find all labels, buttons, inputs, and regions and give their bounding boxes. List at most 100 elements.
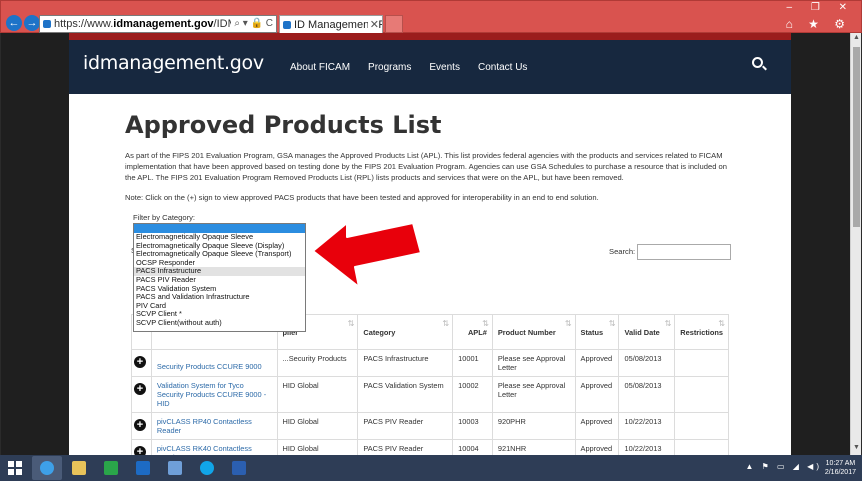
valid-date-cell: 05/08/2013 (618, 376, 676, 413)
approved-products-table: ⇅ plier⇅ Category⇅ APL#⇅ Product Number⇅… (131, 314, 729, 455)
sort-icon: ⇅ (482, 319, 489, 328)
table-row: + pivCLASS RP40 Contactless Reader HID Glo… (131, 412, 729, 440)
search-label: Search: (609, 247, 636, 256)
product-number-cell: 921NHR (491, 439, 576, 455)
header-category[interactable]: Category ⇅ (357, 314, 454, 350)
back-button[interactable]: ← (6, 15, 22, 31)
search-icon[interactable] (752, 57, 763, 68)
taskbar-network-icon[interactable] (160, 456, 190, 480)
sort-icon: ⇅ (608, 319, 616, 328)
product-link[interactable]: Security Products CCURE 9000 (157, 362, 262, 371)
window-controls[interactable]: – ❐ ✕ (787, 2, 855, 13)
table-row: + pivCLASS RK40 Contactless Reader + PIN H… (131, 439, 729, 455)
supplier-cell: HID Global (276, 412, 359, 440)
dropdown-option[interactable]: SCVP Client(without auth) (134, 318, 305, 328)
taskbar-store-icon[interactable] (96, 456, 126, 480)
valid-date-cell: 10/22/2013 (618, 412, 676, 440)
status-cell: Approved (574, 439, 620, 455)
tab-favicon-icon (283, 21, 291, 29)
header-status[interactable]: Status ⇅ (574, 314, 620, 350)
apl-cell: 10001 (452, 349, 493, 377)
windows-taskbar: ▲ ⚑ ▭ ◢ ◀) 10:27 AM 2/16/2017 (0, 455, 862, 481)
header-restrictions[interactable]: Restrictions ⇅ (674, 314, 729, 350)
expand-cell: + (131, 439, 152, 455)
system-tray-icons[interactable]: ▲ ⚑ ▭ ◢ ◀) (745, 462, 822, 471)
valid-date-cell: 05/08/2013 (618, 349, 676, 377)
product-number-cell: Please see Approval Letter (491, 376, 576, 413)
filter-label: Filter by Category: (133, 213, 196, 222)
header-apl[interactable]: APL# ⇅ (452, 314, 493, 350)
supplier-cell: ...Security Products (276, 349, 359, 377)
product-link[interactable]: Validation System for Tyco Security Prod… (157, 381, 266, 408)
taskbar-clock[interactable]: 10:27 AM 2/16/2017 (825, 459, 856, 477)
menu-events[interactable]: Events (429, 62, 460, 73)
sort-icon: ⇅ (347, 319, 355, 328)
start-button[interactable] (8, 461, 22, 475)
search-input[interactable] (637, 244, 731, 260)
menu-contact-us[interactable]: Contact Us (478, 62, 527, 73)
red-arrow-annotation (312, 222, 422, 288)
product-cell: Security Products CCURE 9000 (150, 349, 278, 377)
tab-close-icon[interactable]: ✕ (367, 16, 379, 34)
main-menu: About FICAM Programs Events Contact Us (290, 62, 545, 73)
table-row: + Validation System for Tyco Security Pro… (131, 376, 729, 413)
table-row: + Security Products CCURE 9000 ...Security… (131, 349, 729, 377)
header-valid-date[interactable]: Valid Date ⇅ (618, 314, 676, 350)
product-cell: pivCLASS RP40 Contactless Reader (150, 412, 278, 440)
category-filter-dropdown[interactable]: Electromagnetically Opaque Sleeve Electro… (133, 223, 306, 332)
page-title: Approved Products List (125, 111, 442, 139)
top-stripe (69, 33, 791, 40)
clock-date: 2/16/2017 (824, 469, 856, 476)
expand-cell: + (131, 412, 152, 440)
header-product-number[interactable]: Product Number ⇅ (491, 314, 576, 350)
taskbar-ie-icon[interactable] (32, 456, 62, 480)
expand-plus-icon[interactable]: + (134, 356, 146, 368)
menu-programs[interactable]: Programs (368, 62, 411, 73)
expand-cell: + (131, 376, 152, 413)
taskbar-word-icon[interactable] (224, 456, 254, 480)
sort-icon: ⇅ (442, 319, 450, 328)
browser-chrome: ← → https://www.idmanagement.gov/IDM/IDM… (0, 0, 862, 34)
product-link[interactable]: pivCLASS RP40 Contactless Reader (157, 417, 252, 435)
supplier-cell: HID Global (276, 376, 359, 413)
category-cell: PACS Validation System (357, 376, 454, 413)
restrictions-cell (674, 412, 729, 440)
taskbar-explorer-icon[interactable] (64, 456, 94, 480)
product-number-cell: Please see Approval Letter (491, 349, 576, 377)
scrollbar-thumb[interactable] (853, 47, 860, 227)
product-cell: pivCLASS RK40 Contactless Reader + PIN (150, 439, 278, 455)
expand-plus-icon[interactable]: + (134, 446, 146, 455)
new-tab-button[interactable] (385, 15, 403, 33)
forward-button[interactable]: → (24, 15, 40, 31)
scroll-up-icon[interactable]: ▲ (852, 34, 861, 44)
tab-id-management[interactable]: ID Management: Fica... ✕ (279, 15, 383, 34)
scroll-down-icon[interactable]: ▼ (852, 444, 861, 454)
address-bar-controls[interactable]: ⌕ ▾ 🔒 C (231, 16, 273, 32)
expand-plus-icon[interactable]: + (134, 383, 146, 395)
page-viewport: idmanagement.gov About FICAM Programs Even… (1, 33, 850, 455)
intro-paragraph: As part of the FIPS 201 Evaluation Progr… (125, 151, 727, 182)
site-favicon-icon (43, 20, 51, 28)
category-cell: PACS Infrastructure (357, 349, 454, 377)
vertical-scrollbar[interactable]: ▲ ▼ (850, 33, 861, 455)
site-logo[interactable]: idmanagement.gov (83, 52, 264, 74)
product-number-cell: 920PHR (491, 412, 576, 440)
apl-cell: 10003 (452, 412, 493, 440)
valid-date-cell: 10/22/2013 (618, 439, 676, 455)
site-header: idmanagement.gov About FICAM Programs Even… (69, 40, 791, 94)
expand-plus-icon[interactable]: + (134, 419, 146, 431)
taskbar-outlook-icon[interactable] (128, 456, 158, 480)
restrictions-cell (674, 376, 729, 413)
note-paragraph: Note: Click on the (+) sign to view appr… (125, 193, 599, 202)
product-link[interactable]: pivCLASS RK40 Contactless Reader + PIN (157, 444, 252, 455)
menu-about-ficam[interactable]: About FICAM (290, 62, 350, 73)
category-cell: PACS PIV Reader (357, 439, 454, 455)
apl-cell: 10002 (452, 376, 493, 413)
taskbar-skype-icon[interactable] (192, 456, 222, 480)
toolbar-icons[interactable]: ⌂ ★ ⚙ (786, 17, 851, 31)
supplier-cell: HID Global (276, 439, 359, 455)
address-bar[interactable]: https://www.idmanagement.gov/IDM/IDMFi ⌕… (39, 15, 277, 33)
restrictions-cell (674, 439, 729, 455)
status-cell: Approved (574, 412, 620, 440)
clock-time: 10:27 AM (825, 460, 856, 467)
